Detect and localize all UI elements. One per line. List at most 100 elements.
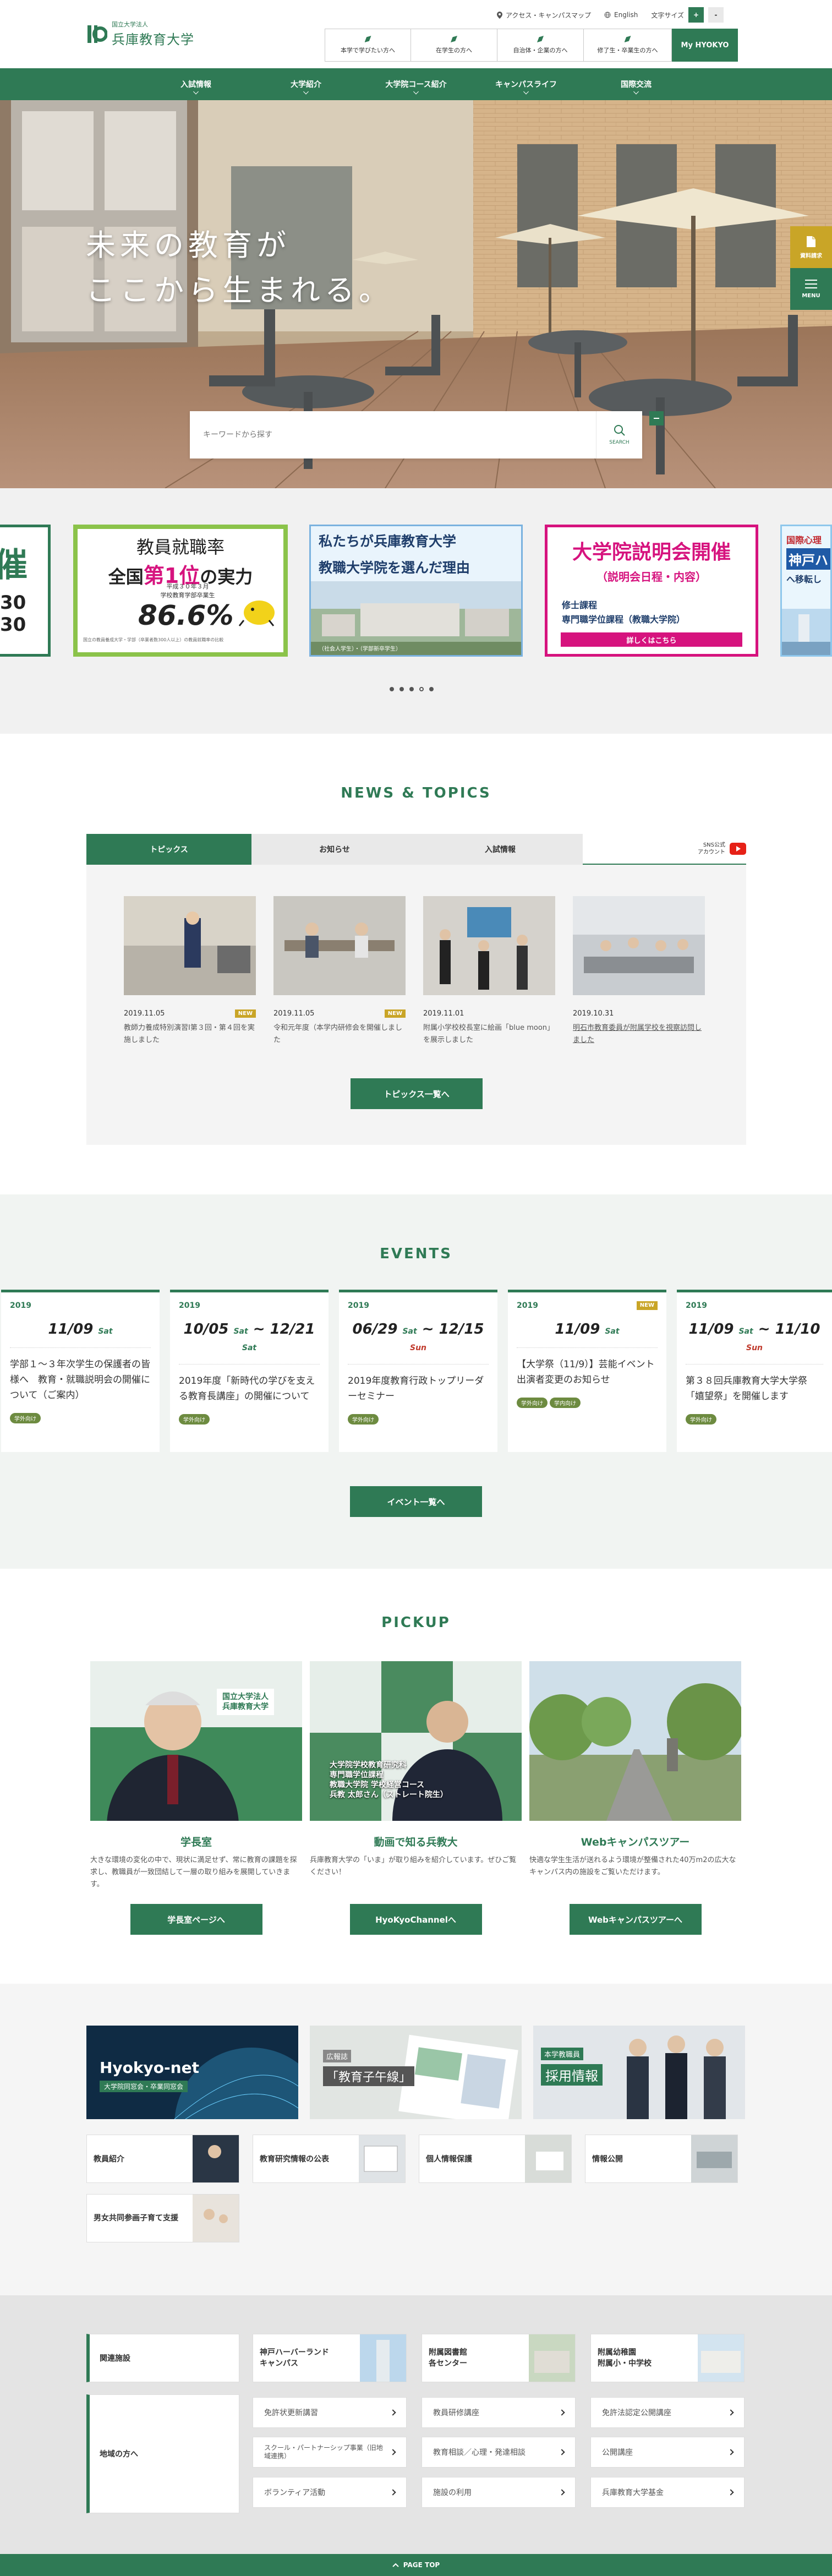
- banner3-details-button[interactable]: 詳しくはこちら: [561, 632, 742, 647]
- community-link[interactable]: 免許法認定公開講座: [590, 2397, 745, 2428]
- link-thumbnail: [193, 2195, 239, 2242]
- community-link[interactable]: 公開講座: [590, 2437, 745, 2468]
- news-list: 2019.11.05 NEW 教師力養成特別演習Ⅰ第３回・第４回を実施しました 2…: [124, 896, 705, 1046]
- recruit-title: 採用情報: [541, 2064, 603, 2086]
- search-icon: [614, 425, 625, 436]
- pencil-icon: [537, 36, 544, 42]
- community-link[interactable]: 教育相談／心理・発達相談: [422, 2437, 576, 2468]
- event-card[interactable]: 2019 06/29 Sat ~ 12/15 Sun 2019年度教育行政トップ…: [339, 1290, 497, 1452]
- news-item[interactable]: 2019.11.05 NEW 令和元年度（本学内研修会を開催しました: [273, 896, 406, 1046]
- event-card[interactable]: 2019 10/05 Sat ~ 12/21 Sat 2019年度「新時代の学び…: [170, 1290, 329, 1452]
- font-size-control: 文字サイズ + -: [651, 7, 724, 23]
- community-link-label: 公開講座: [602, 2448, 633, 2457]
- pickup-president-button[interactable]: 学長室ページへ: [130, 1904, 262, 1935]
- community-link-label: スクール・パートナーシップ事業（旧地域連携）: [264, 2444, 383, 2460]
- nav-campus-life[interactable]: キャンパスライフ: [471, 68, 581, 100]
- link-label: 教員紹介: [94, 2155, 124, 2164]
- request-materials-button[interactable]: 資料請求: [790, 226, 832, 268]
- banner-partial-text: 催: [0, 538, 48, 586]
- link-gender-equality[interactable]: 男女共同参画子育て支援: [86, 2194, 239, 2242]
- sns-accounts[interactable]: SNS公式 アカウント: [583, 834, 746, 865]
- event-tag: 学外向け: [10, 1413, 41, 1423]
- hyokyo-net-banner[interactable]: Hyokyo-net 大学院同窓会・卒業同窓会: [86, 2026, 298, 2119]
- chevron-right-icon: [390, 2449, 396, 2455]
- link-disclosure[interactable]: 情報公開: [585, 2135, 738, 2183]
- community-link[interactable]: スクール・パートナーシップ事業（旧地域連携）: [253, 2437, 407, 2468]
- font-minus-button[interactable]: -: [708, 7, 724, 23]
- audience-students-button[interactable]: 在学生の方へ: [411, 29, 497, 62]
- page-top-button[interactable]: PAGE TOP: [0, 2554, 832, 2576]
- access-link[interactable]: アクセス・キャンパスマップ: [497, 10, 591, 20]
- link-privacy[interactable]: 個人情報保護: [419, 2135, 572, 2183]
- facility-harborland[interactable]: 神戸ハーバーランド キャンパス: [253, 2334, 407, 2382]
- carousel-dot-active[interactable]: [419, 687, 424, 691]
- pickup-item-president: 国立大学法人 兵庫教育大学 学長室 大きな環境の変化の中で、現状に満足せず、常に…: [90, 1661, 302, 1935]
- community-label: 地域の方へ: [86, 2394, 239, 2513]
- nav-graduate-courses[interactable]: 大学院コース紹介: [361, 68, 471, 100]
- community-link[interactable]: 教員研修講座: [422, 2397, 576, 2428]
- link-faculty[interactable]: 教員紹介: [86, 2135, 239, 2183]
- site-logo[interactable]: 国立大学法人 兵庫教育大学: [86, 20, 194, 48]
- english-link[interactable]: English: [604, 11, 638, 19]
- tab-notices[interactable]: お知らせ: [251, 834, 418, 865]
- search-button[interactable]: SEARCH: [596, 411, 642, 459]
- news-panel: 2019.11.05 NEW 教師力養成特別演習Ⅰ第３回・第４回を実施しました 2…: [86, 865, 746, 1145]
- tab-admissions[interactable]: 入試情報: [418, 834, 583, 865]
- banner3-line1: 修士課程: [562, 600, 598, 610]
- community-link[interactable]: 施設の利用: [422, 2477, 576, 2508]
- nav-admissions[interactable]: 入試情報: [141, 68, 251, 100]
- event-card[interactable]: 2019 NEW 11/09 Sat 【大学祭（11/9）】芸能イベント出演者変更…: [508, 1290, 666, 1452]
- nav-about[interactable]: 大学紹介: [251, 68, 361, 100]
- pickup-campus-tour-button[interactable]: Webキャンパスツアーへ: [569, 1904, 702, 1935]
- search-input[interactable]: [190, 411, 596, 459]
- carousel-dot[interactable]: [390, 687, 394, 691]
- magazine-banner[interactable]: 広報誌 「教育子午線」: [310, 2026, 522, 2119]
- banner-partial-left[interactable]: 催 30 30: [0, 525, 51, 657]
- hyokyo-net-sub: 大学院同窓会・卒業同窓会: [100, 2081, 188, 2092]
- banner-graduate-briefing[interactable]: 大学院説明会開催 （説明会日程・内容） 修士課程 専門職学位課程（教職大学院） …: [545, 525, 758, 657]
- pickup-title: PICKUP: [381, 1614, 451, 1631]
- banner-partial-right[interactable]: 国際心理 神戸ハ へ移転し: [780, 525, 832, 657]
- carousel-dot[interactable]: [409, 687, 414, 691]
- community-link[interactable]: 兵庫教育大学基金: [590, 2477, 745, 2508]
- link-research-info[interactable]: 教育研究情報の公表: [253, 2135, 406, 2183]
- community-link[interactable]: 免許状更新講習: [253, 2397, 407, 2428]
- pickup-video-button[interactable]: HyoKyoChannelへ: [349, 1904, 482, 1935]
- tab-topics[interactable]: トピックス: [86, 834, 251, 865]
- news-item[interactable]: 2019.11.01 附属小学校校長室に絵画「blue moon」を展示しました: [423, 896, 555, 1046]
- audience-alumni-button[interactable]: 修了生・卒業生の方へ: [584, 29, 672, 62]
- carousel-dot[interactable]: [399, 687, 404, 691]
- news-item[interactable]: 2019.11.05 NEW 教師力養成特別演習Ⅰ第３回・第４回を実施しました: [124, 896, 256, 1046]
- event-card[interactable]: 2019 11/09 Sat ~ 11/10 Sun 第３８回兵庫教育大学大学祭…: [677, 1290, 832, 1452]
- news-item[interactable]: 2019.10.31 明石市教育委員が附属学校を視察訪問しました: [573, 896, 705, 1046]
- carousel-dot[interactable]: [429, 687, 434, 691]
- pickup-heading: 学長室: [180, 1836, 212, 1848]
- my-hyokyo-button[interactable]: My HYOKYO: [672, 29, 738, 62]
- events-more-button[interactable]: イベント一覧へ: [350, 1486, 482, 1517]
- recruit-banner[interactable]: 本学教職員 採用情報: [533, 2026, 745, 2119]
- community-link-label: 教員研修講座: [433, 2409, 479, 2417]
- banner4-photo: [782, 609, 830, 655]
- hamburger-icon: [805, 279, 817, 288]
- news-tabs: トピックス お知らせ 入試情報 SNS公式 アカウント: [86, 834, 746, 865]
- nav-international[interactable]: 国際交流: [581, 68, 691, 100]
- chevron-right-icon: [727, 2409, 734, 2416]
- chevron-right-icon: [559, 2489, 565, 2496]
- banner-graduate-reasons[interactable]: 私たちが兵庫教育大学 教職大学院を選んだ理由 （社会人学生）・（学部新卒学生）: [309, 525, 523, 657]
- banner-employment-rate[interactable]: 教員就職率 全国第1位の実力 平成３０年３月 学校教育学部卒業生 86.6% 国…: [73, 525, 288, 657]
- audience-label: 本学で学びたい方へ: [341, 47, 395, 54]
- facility-library[interactable]: 附属図書館 各センター: [422, 2334, 576, 2382]
- font-plus-button[interactable]: +: [688, 7, 704, 23]
- pickup-desc: 兵庫教育大学の「いま」が取り組みを紹介しています。ぜひご覧ください！: [310, 1856, 517, 1876]
- audience-government-button[interactable]: 自治体・企業の方へ: [497, 29, 584, 62]
- topics-more-button[interactable]: トピックス一覧へ: [351, 1078, 483, 1109]
- globe-icon: [604, 12, 611, 18]
- community-link[interactable]: ボランティア活動: [253, 2477, 407, 2508]
- search-options-toggle[interactable]: [649, 411, 664, 425]
- facility-attached-schools[interactable]: 附属幼稚園 附属小・中学校: [590, 2334, 745, 2382]
- president-photo: [90, 1661, 302, 1821]
- event-card[interactable]: 2019 11/09 Sat 学部１～３年次学生の保護者の皆様へ 教育・就職説明…: [1, 1290, 160, 1452]
- event-year: 2019: [517, 1301, 538, 1310]
- audience-prospective-button[interactable]: 本学で学びたい方へ: [325, 29, 411, 62]
- menu-button[interactable]: MENU: [790, 268, 832, 310]
